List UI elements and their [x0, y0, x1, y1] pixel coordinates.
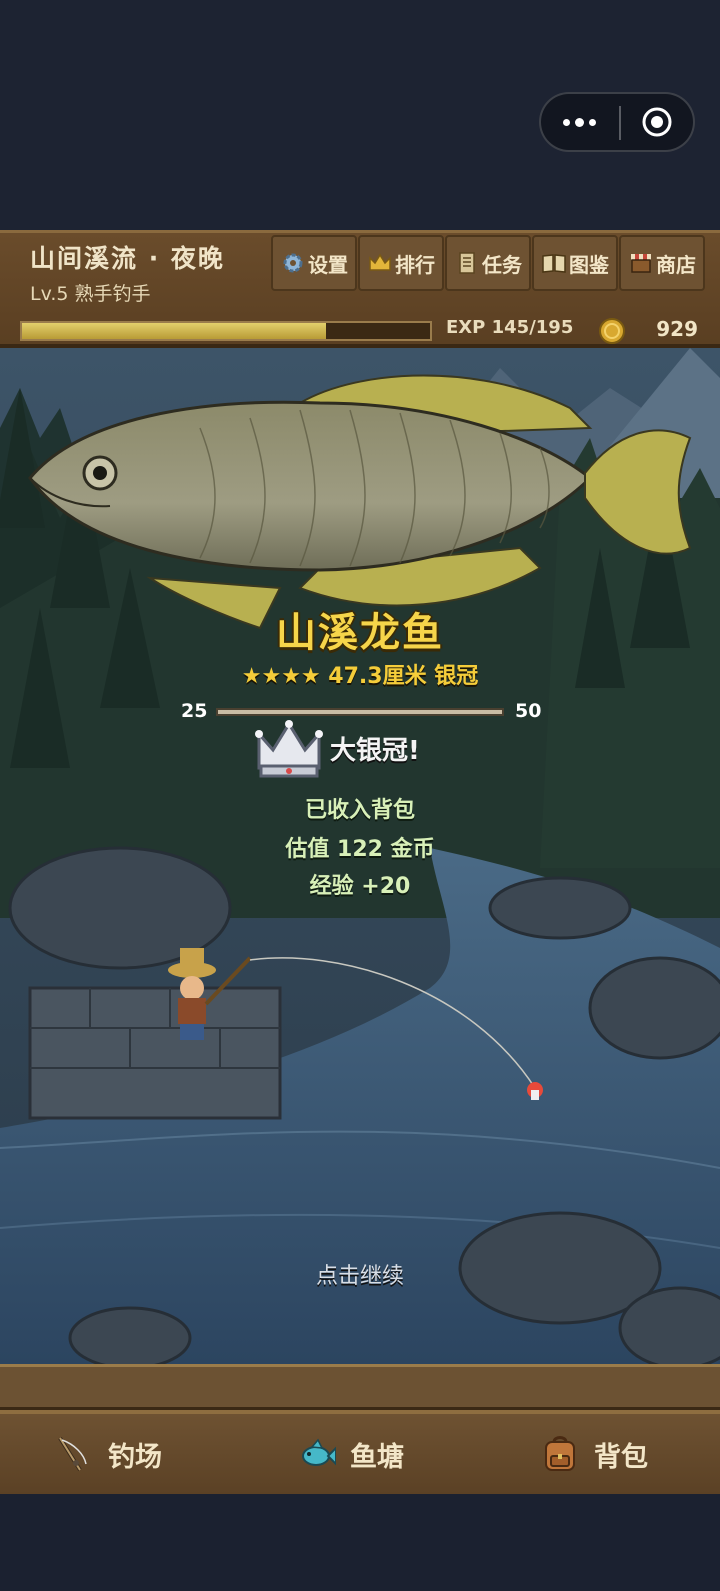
exp-bar-fill	[22, 323, 326, 339]
tap-to-continue[interactable]: 点击继续	[0, 1258, 720, 1290]
scroll-icon	[459, 252, 475, 274]
stored-text: 已收入背包	[304, 798, 415, 823]
tab-fish-pond-label: 鱼塘	[350, 1441, 404, 1473]
settings-button[interactable]: 设置	[271, 235, 357, 291]
ranking-button[interactable]: 排行	[358, 235, 444, 291]
book-icon	[542, 254, 566, 273]
size-scale-min: 25	[181, 700, 208, 722]
gear-icon	[283, 253, 303, 273]
exp-bar	[20, 321, 432, 341]
silver-crown-icon	[255, 720, 323, 778]
fishing-scene[interactable]: 山溪龙鱼 ★★★★ 47.3厘米 银冠 25 50 大银冠! 已收入背包 估值 …	[0, 348, 720, 1364]
collection-button[interactable]: 图鉴	[532, 235, 618, 291]
fishing-rod-icon	[58, 1436, 87, 1472]
size-scale-bar	[216, 708, 504, 716]
game-header: 山间溪流 · 夜晚 Lv.5 熟手钓手 设置 排行 任务 图鉴 商店 EXP 1…	[0, 230, 720, 348]
scene-title: 山间溪流 · 夜晚	[30, 244, 225, 273]
value-text: 估值 122 金币	[285, 837, 435, 862]
mini-program-capsule	[539, 92, 695, 152]
player-level: Lv.5 熟手钓手	[30, 283, 151, 305]
shop-icon	[631, 254, 651, 273]
status-bar	[0, 1364, 720, 1410]
tasks-label: 任务	[482, 252, 522, 277]
settings-label: 设置	[308, 252, 348, 277]
tasks-button[interactable]: 任务	[445, 235, 531, 291]
capsule-divider	[619, 106, 621, 140]
coin-count: 929	[656, 317, 698, 341]
tab-backpack-label: 背包	[594, 1441, 648, 1473]
home-indicator-area	[0, 1494, 720, 1591]
crown-label: 大银冠!	[330, 736, 420, 766]
exp-text: EXP 145/195	[446, 317, 574, 338]
fish-name: 山溪龙鱼	[276, 610, 444, 656]
shop-button[interactable]: 商店	[619, 235, 705, 291]
collection-label: 图鉴	[569, 252, 609, 277]
tab-backpack[interactable]: 背包	[540, 1426, 648, 1482]
tab-fish-pond[interactable]: 鱼塘	[296, 1426, 404, 1482]
backpack-icon	[545, 1436, 575, 1471]
bottom-tabbar: 钓场 鱼塘 背包	[0, 1410, 720, 1494]
rating-and-size: ★★★★ 47.3厘米 银冠	[241, 664, 479, 689]
exp-gain-text: 经验 +20	[309, 874, 411, 899]
size-scale-max: 50	[515, 700, 542, 722]
tab-fishing-spot[interactable]: 钓场	[54, 1426, 162, 1482]
ranking-label: 排行	[395, 252, 435, 277]
coin-icon	[599, 318, 625, 344]
close-program-icon[interactable]	[641, 106, 673, 138]
tab-fishing-spot-label: 钓场	[108, 1441, 162, 1473]
fish-icon	[302, 1438, 336, 1466]
shop-label: 商店	[656, 252, 696, 277]
crown-icon	[369, 253, 391, 271]
more-menu-button[interactable]	[541, 94, 618, 150]
